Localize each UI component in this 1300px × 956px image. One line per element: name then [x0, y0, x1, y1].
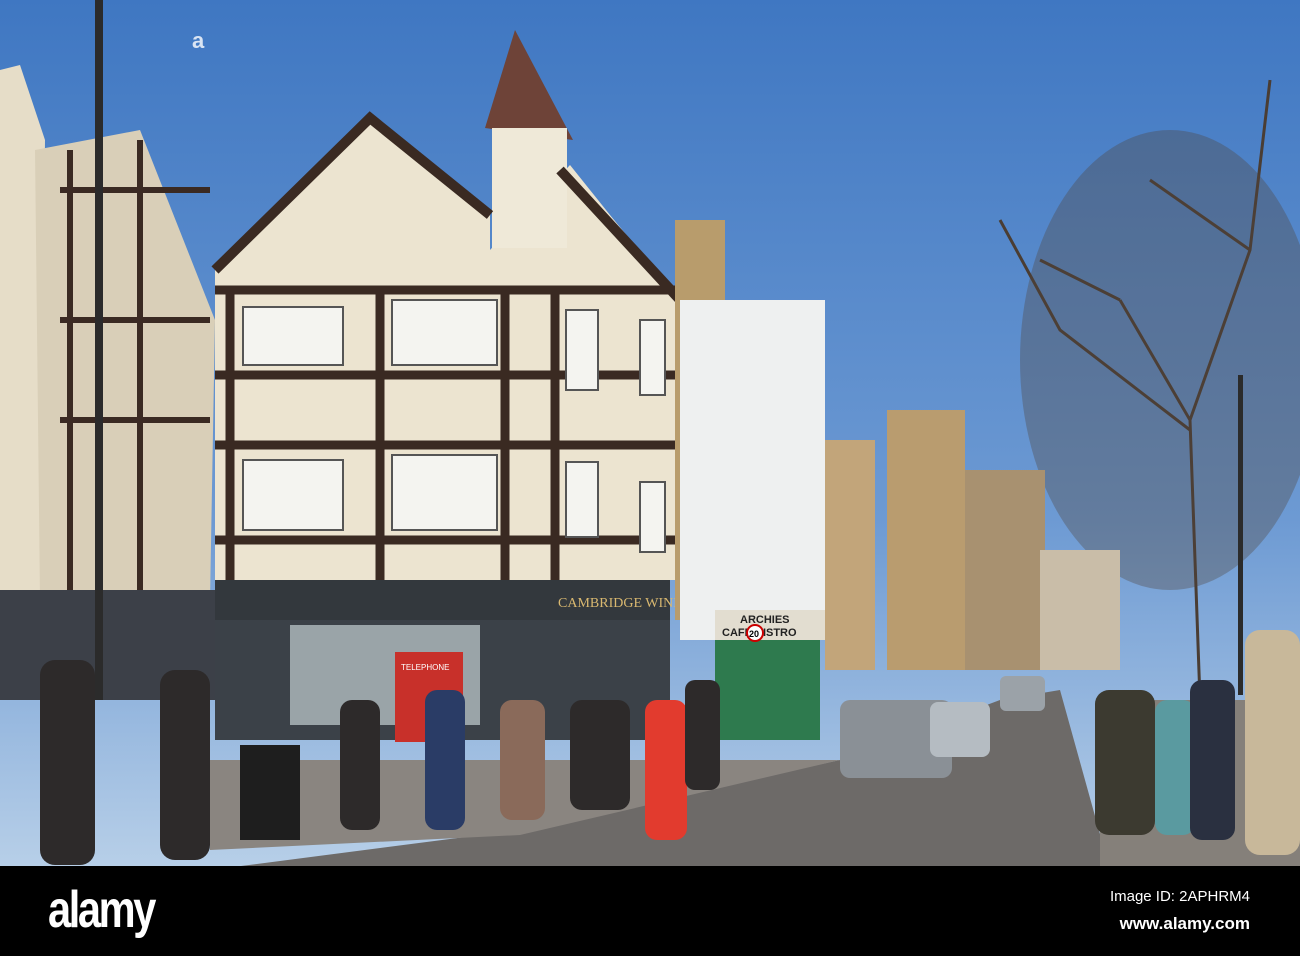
watermark-footer: alamy Image ID: 2APHRM4 www.alamy.com	[0, 866, 1300, 956]
image-id: Image ID: 2APHRM4	[1109, 888, 1250, 905]
svg-text:TELEPHONE: TELEPHONE	[401, 663, 449, 672]
speed-limit-sign: 20	[749, 629, 759, 639]
svg-text:ARCHIES: ARCHIES	[740, 614, 790, 626]
bin	[240, 745, 300, 840]
alamy-logo: alamy	[48, 881, 156, 939]
watermark-a: a	[192, 28, 205, 53]
street-scene-photo: CAMBRIDGE WINE MERCHANTS TELEPHONE ARCHI…	[0, 0, 1300, 866]
site-url: www.alamy.com	[1119, 914, 1250, 933]
lamp-post	[95, 0, 103, 700]
lamp-post	[1238, 375, 1243, 695]
